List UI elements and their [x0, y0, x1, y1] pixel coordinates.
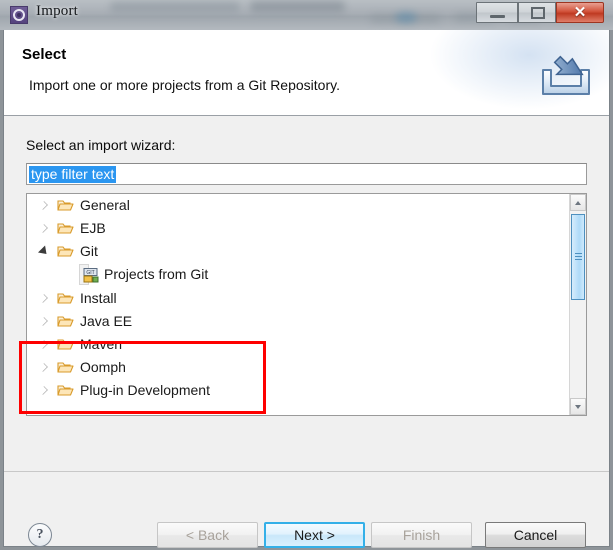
tree-item-git[interactable]: Git [27, 240, 567, 263]
tree-item-ejb[interactable]: EJB [27, 217, 567, 240]
title-bar[interactable]: Import ✕ [0, 0, 613, 30]
wizard-select-label: Select an import wizard: [26, 137, 176, 153]
import-dialog: Select Import one or more projects from … [3, 30, 610, 548]
tree-item-label: Maven [80, 336, 123, 352]
chevron-down-icon[interactable] [37, 245, 51, 258]
folder-icon [57, 316, 74, 327]
folder-icon [57, 246, 74, 257]
folder-icon [57, 200, 74, 211]
tree-item-install[interactable]: Install [27, 287, 567, 310]
background-blur-artifact [110, 2, 240, 12]
tree-item-general[interactable]: General [27, 194, 567, 217]
tree-vertical-scrollbar[interactable] [569, 194, 586, 415]
dialog-header: Select Import one or more projects from … [4, 30, 609, 116]
close-button[interactable]: ✕ [556, 2, 604, 23]
maximize-button[interactable] [518, 2, 556, 23]
page-title: Select [22, 46, 67, 63]
cancel-button[interactable]: Cancel [485, 522, 586, 548]
next-button[interactable]: Next > [264, 522, 365, 548]
tree-item-label: Java EE [80, 313, 133, 329]
tree-item-hover-box[interactable]: GIT Projects from Git [79, 264, 208, 285]
import-wizard-icon [542, 55, 590, 95]
tree-item-label: Git [80, 243, 98, 259]
dialog-content: Select an import wizard: type filter tex… [4, 117, 609, 471]
svg-text:GIT: GIT [86, 270, 94, 276]
chevron-right-icon[interactable] [39, 294, 48, 303]
tree-item-projects-from-git[interactable]: GIT Projects from Git [27, 263, 567, 287]
window-title: Import [36, 3, 79, 19]
tree-item-label: Install [80, 290, 117, 306]
folder-icon [57, 362, 74, 373]
filter-input[interactable]: type filter text [26, 163, 587, 185]
import-wizard-tree[interactable]: General EJB Git GIT Projects from Git In… [26, 193, 587, 416]
folder-icon [57, 339, 74, 350]
finish-button[interactable]: Finish [371, 522, 472, 548]
background-blur-artifact [395, 12, 417, 23]
filter-input-value: type filter text [29, 166, 117, 183]
chevron-right-icon[interactable] [39, 340, 48, 349]
folder-icon [57, 293, 74, 304]
chevron-right-icon[interactable] [39, 224, 48, 233]
minimize-button[interactable] [476, 2, 518, 23]
dialog-footer: ? < Back Next > Finish Cancel [4, 472, 609, 548]
git-wizard-icon: GIT [83, 268, 99, 283]
minimize-icon [490, 15, 505, 18]
back-button[interactable]: < Back [157, 522, 258, 548]
maximize-icon [531, 7, 545, 19]
page-description: Import one or more projects from a Git R… [29, 77, 340, 93]
scrollbar-thumb[interactable] [571, 214, 585, 300]
scroll-up-arrow[interactable] [570, 194, 586, 211]
chevron-right-icon[interactable] [39, 201, 48, 210]
eclipse-gear-icon [10, 6, 28, 24]
tree-item-label: Plug-in Development [80, 382, 210, 398]
close-icon: ✕ [573, 4, 587, 21]
screen: Import ✕ Select Import one or more proje… [0, 0, 613, 550]
chevron-right-icon[interactable] [39, 386, 48, 395]
tree-item-label: Projects from Git [104, 266, 209, 282]
tree-item-plug-in-development[interactable]: Plug-in Development [27, 379, 567, 402]
background-blur-artifact [250, 1, 345, 12]
help-button[interactable]: ? [28, 523, 52, 547]
folder-icon [57, 223, 74, 234]
tree-item-label: Oomph [80, 359, 126, 375]
tree-item-maven[interactable]: Maven [27, 333, 567, 356]
scroll-down-arrow[interactable] [570, 398, 586, 415]
tree-rows: General EJB Git GIT Projects from Git In… [27, 194, 567, 402]
folder-icon [57, 385, 74, 396]
chevron-right-icon[interactable] [39, 363, 48, 372]
tree-item-oomph[interactable]: Oomph [27, 356, 567, 379]
tree-item-label: EJB [80, 220, 106, 236]
tree-item-java-ee[interactable]: Java EE [27, 310, 567, 333]
chevron-right-icon[interactable] [39, 317, 48, 326]
tree-item-label: General [80, 197, 130, 213]
scrollbar-grip-icon [575, 253, 582, 254]
